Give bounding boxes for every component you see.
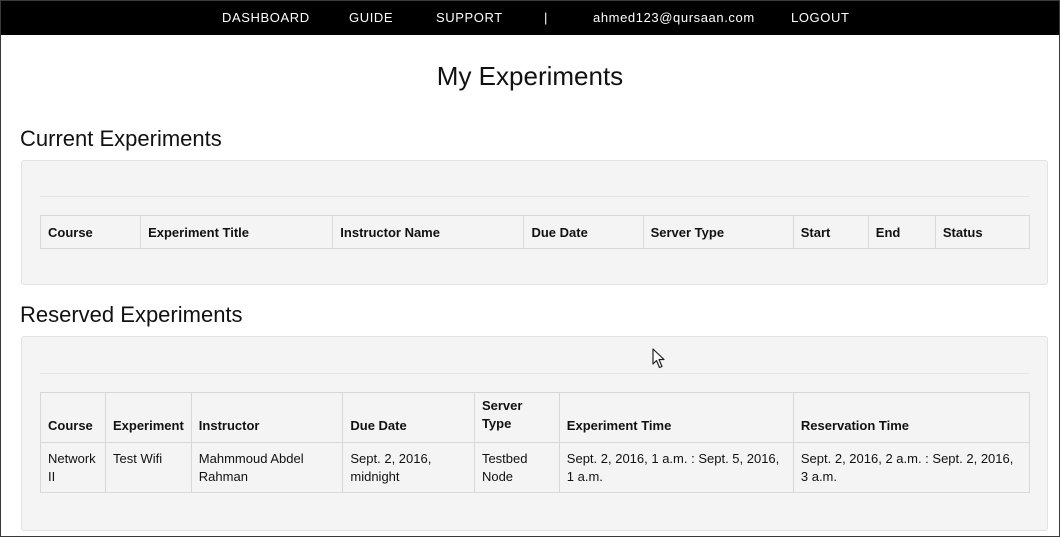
- table-row: Network II Test Wifi Mahmmoud Abdel Rahm…: [40, 442, 1031, 493]
- panel-divider: [40, 196, 1029, 197]
- current-experiments-panel: Course Experiment Title Instructor Name …: [21, 160, 1048, 285]
- nav-logout-link[interactable]: LOGOUT: [791, 1, 850, 35]
- reserved-experiments-panel: Course Experiment Instructor Due Date Se…: [21, 336, 1048, 531]
- page-title: My Experiments: [436, 61, 624, 91]
- table-header-row: Course Experiment Title Instructor Name …: [39, 215, 1031, 249]
- cell-reservation-time: Sept. 2, 2016, 2 a.m. : Sept. 2, 2016, 3…: [792, 442, 1031, 493]
- column-header-server-type: Server Type: [642, 215, 794, 249]
- browser-viewport: DASHBOARD GUIDE SUPPORT | ahmed123@qursa…: [0, 0, 1060, 537]
- nav-separator: |: [544, 10, 548, 25]
- reserved-experiments-table: Course Experiment Instructor Due Date Se…: [40, 392, 1031, 493]
- nav-dashboard-link[interactable]: DASHBOARD: [222, 1, 310, 35]
- current-experiments-table: Course Experiment Title Instructor Name …: [39, 215, 1031, 249]
- column-header-instructor-name: Instructor Name: [332, 215, 525, 249]
- column-header-due-date: Due Date: [523, 215, 644, 249]
- column-header-end: End: [867, 215, 936, 249]
- cell-server-type: Testbed Node: [473, 442, 560, 493]
- column-header-course: Course: [40, 392, 106, 443]
- cell-experiment-time: Sept. 2, 2016, 1 a.m. : Sept. 5, 2016, 1…: [558, 442, 794, 493]
- column-header-experiment-time: Experiment Time: [558, 392, 794, 443]
- reserved-experiments-heading: Reserved Experiments: [20, 302, 243, 327]
- column-header-experiment-title: Experiment Title: [140, 215, 334, 249]
- column-header-experiment: Experiment: [104, 392, 192, 443]
- column-header-instructor: Instructor: [190, 392, 344, 443]
- cell-experiment: Test Wifi: [104, 442, 192, 493]
- current-experiments-heading: Current Experiments: [20, 126, 222, 151]
- mouse-pointer-icon: [652, 348, 665, 369]
- column-header-start: Start: [792, 215, 869, 249]
- nav-user-email-link[interactable]: ahmed123@qursaan.com: [593, 1, 755, 35]
- table-header-row: Course Experiment Instructor Due Date Se…: [40, 392, 1031, 443]
- nav-support-link[interactable]: SUPPORT: [436, 1, 503, 35]
- cell-instructor: Mahmmoud Abdel Rahman: [190, 442, 344, 493]
- column-header-due-date: Due Date: [342, 392, 475, 443]
- column-header-server-type: Server Type: [473, 392, 560, 443]
- top-navbar: DASHBOARD GUIDE SUPPORT | ahmed123@qursa…: [1, 1, 1059, 35]
- column-header-reservation-time: Reservation Time: [792, 392, 1031, 443]
- cell-course: Network II: [40, 442, 106, 493]
- column-header-status: Status: [934, 215, 1031, 249]
- cell-due-date: Sept. 2, 2016, midnight: [342, 442, 475, 493]
- nav-guide-link[interactable]: GUIDE: [349, 1, 393, 35]
- panel-divider: [40, 373, 1029, 374]
- column-header-course: Course: [39, 215, 142, 249]
